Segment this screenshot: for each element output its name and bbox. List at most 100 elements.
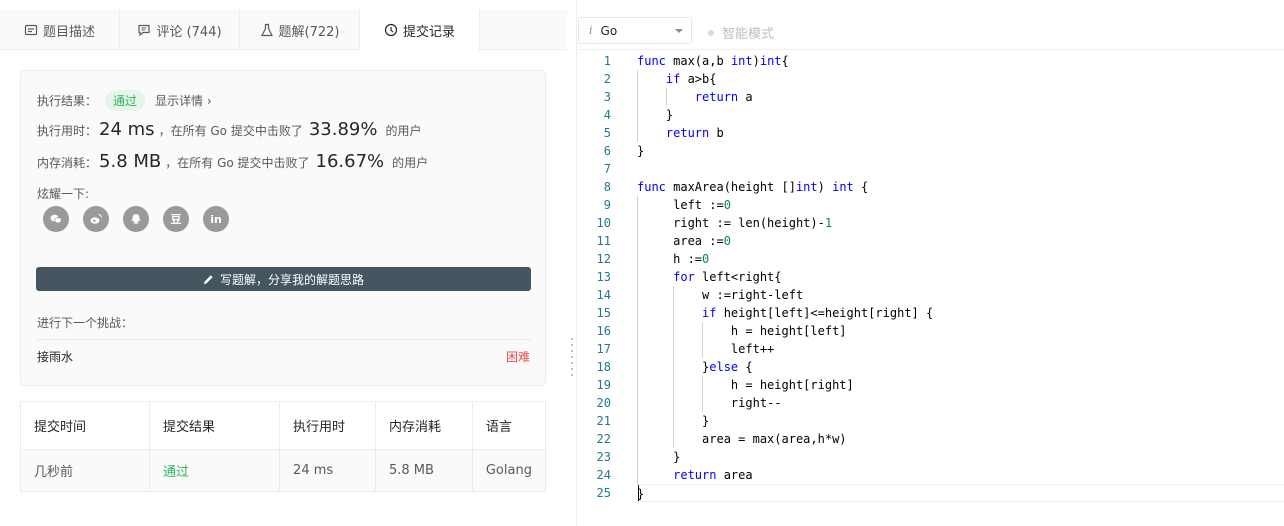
submissions-table: 提交时间 提交结果 执行用时 内存消耗 语言 几秒前 通过 24 ms 5.8 … [19,401,547,492]
flask-icon [260,23,273,37]
line-number: 10 [596,216,611,230]
social-share-bar: 豆 in [43,206,229,232]
tab-description-label: 题目描述 [42,24,95,40]
next-problem-link[interactable]: 接雨水 [37,348,73,365]
tab-solutions[interactable]: 题解(722) [240,10,360,50]
cell-submit-time: 几秒前 [19,449,151,492]
cell-submit-result[interactable]: 通过 [149,449,281,492]
code-line[interactable]: return a [637,88,1284,106]
line-number: 20 [596,396,611,410]
code-line[interactable]: h :=0 [637,250,1284,268]
editor-toolbar: i Go 智能模式 [578,10,1284,50]
line-number: 17 [596,342,611,356]
runtime-value: 24 ms [99,119,155,140]
language-select[interactable]: i Go [578,17,692,44]
indent-guide [637,70,638,142]
weibo-icon[interactable] [83,206,109,232]
header-submit-time: 提交时间 [19,401,151,450]
line-number: 13 [596,270,611,284]
tab-comments[interactable]: 评论 (744) [120,10,240,50]
line-number: 24 [596,468,611,482]
line-number: 22 [596,432,611,446]
show-details-link[interactable]: 显示详情 › [155,92,212,109]
code-line[interactable]: h = height[right] [637,376,1284,394]
line-number: 1 [603,54,611,68]
panel-splitter[interactable] [567,0,577,526]
drag-handle-icon[interactable] [571,338,573,380]
table-header-row: 提交时间 提交结果 执行用时 内存消耗 语言 [19,401,547,450]
table-row[interactable]: 几秒前 通过 24 ms 5.8 MB Golang [19,449,547,492]
code-line[interactable]: h = height[left] [637,322,1284,340]
qq-icon[interactable] [123,206,149,232]
code-line[interactable]: return b [637,124,1284,142]
line-number: 25 [596,486,611,500]
code-line[interactable]: func max(a,b int)int{ [637,52,1284,70]
share-label: 炫耀一下: [37,187,90,201]
code-line[interactable]: if a>b{ [637,70,1284,88]
header-submit-result: 提交结果 [149,401,281,450]
tab-submissions[interactable]: 提交记录 [360,10,480,51]
code-line[interactable]: } [637,142,1284,160]
line-number: 19 [596,378,611,392]
code-line[interactable]: } [637,484,1284,502]
description-icon [24,24,38,36]
tab-submissions-label: 提交记录 [402,24,455,40]
code-line[interactable]: } [637,106,1284,124]
code-line[interactable]: area = max(area,h*w) [637,430,1284,448]
tab-solutions-label: 题解(722) [278,24,340,40]
linkedin-icon[interactable]: in [203,206,229,232]
line-number: 14 [596,288,611,302]
line-number: 16 [596,324,611,338]
memory-suffix: 的用户 [392,156,429,170]
status-label: 执行结果： [37,94,98,108]
memory-row: 内存消耗： 5.8 MB ，在所有 Go 提交中击败了 16.67% 的用户 [37,151,428,172]
code-line[interactable]: left++ [637,340,1284,358]
toggle-dot-icon [708,29,714,36]
code-line[interactable]: right := len(height)-1 [637,214,1284,232]
header-runtime: 执行用时 [279,401,376,450]
wechat-icon[interactable] [43,206,69,232]
douban-icon[interactable]: 豆 [163,206,189,232]
memory-label: 内存消耗： [37,156,98,170]
write-solution-button[interactable]: 写题解，分享我的解题思路 [36,267,531,291]
smart-mode-toggle[interactable]: 智能模式 [708,23,774,42]
line-number: 11 [596,234,611,248]
tab-bar: 题目描述 评论 (744) 题解(722) 提交记录 [0,10,567,51]
indent-guide [702,376,704,412]
code-line[interactable]: area :=0 [637,232,1284,250]
clock-icon [384,23,398,37]
code-line[interactable]: return area [637,466,1284,484]
line-number: 18 [596,360,611,374]
code-line[interactable]: if height[left]<=height[right] { [637,304,1284,322]
header-memory: 内存消耗 [374,401,473,450]
tab-description[interactable]: 题目描述 [0,10,120,50]
runtime-mid-text: ，在所有 Go 提交中击败了 [158,124,303,138]
line-number: 15 [596,306,611,320]
code-editor[interactable]: 1 2 3 4 5 6 7 8 9 10 11 12 13 14 15 16 17 18 19 20 21 22 23 24 2… [578,50,1284,526]
code-line[interactable]: for left<right{ [637,268,1284,286]
line-number: 4 [603,108,611,122]
code-line[interactable]: w :=right-left [637,286,1284,304]
next-challenge-label: 进行下一个挑战： [37,316,134,330]
indent-guide [665,88,667,106]
header-language: 语言 [471,401,547,450]
memory-mid-text: ，在所有 Go 提交中击败了 [165,156,310,170]
chevron-down-icon [675,29,683,33]
tab-comments-label: 评论 (744) [156,24,222,40]
code-line[interactable]: } [637,448,1284,466]
code-line[interactable]: } [637,412,1284,430]
result-card: 执行结果： 通过 显示详情 › 执行用时： 24 ms ，在所有 Go 提交中击… [20,70,546,386]
info-icon: i [589,24,593,37]
code-line[interactable]: left :=0 [637,196,1284,214]
runtime-row: 执行用时： 24 ms ，在所有 Go 提交中击败了 33.89% 的用户 [37,119,422,140]
code-line[interactable] [637,160,1284,178]
editor-panel: i Go 智能模式 1 2 3 4 5 6 7 8 9 10 11 12 13 14 15 16 17 18 19 2… [578,0,1284,526]
code-line[interactable]: right-- [637,394,1284,412]
code-line[interactable]: func maxArea(height []int) int { [637,178,1284,196]
line-number: 21 [596,414,611,428]
memory-percent: 16.67% [315,151,385,172]
pencil-icon [203,274,213,284]
divider [36,339,531,340]
code-line[interactable]: }else { [637,358,1284,376]
status-row: 执行结果： 通过 显示详情 › [37,90,212,111]
